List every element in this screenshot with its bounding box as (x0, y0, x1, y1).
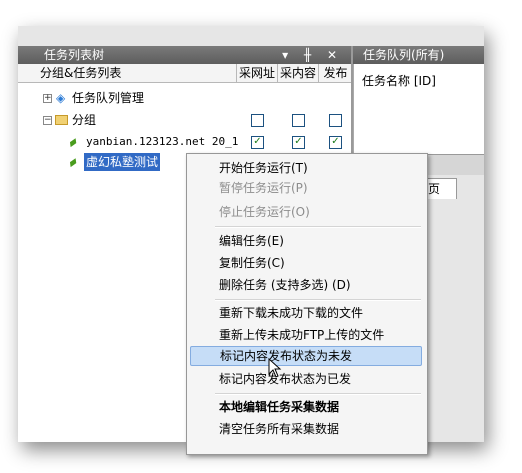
column-publish[interactable]: 发布 (318, 64, 352, 82)
task-icon: ▰ (64, 133, 81, 151)
menu-separator (215, 299, 421, 301)
task-tree-title-bar: 任务列表树 ▾ ╫ ✕ (18, 46, 351, 64)
panel-title: 任务列表树 (44, 48, 105, 62)
queue-column-header[interactable]: 任务名称 [ID] (354, 64, 484, 89)
tree-row-queue-management[interactable]: + ◈ 任务队列管理 (18, 89, 351, 107)
tree-label: 虚幻私塾测试 (84, 153, 161, 171)
queue-title-bar: 任务队列(所有) (353, 46, 484, 64)
menu-clear-task-data[interactable]: 清空任务所有采集数据 (190, 419, 422, 439)
queue-icon: ◈ (56, 91, 66, 105)
menu-copy-task[interactable]: 复制任务(C) (190, 253, 422, 273)
menu-mark-unpublished[interactable]: 标记内容发布状态为未发 (190, 346, 422, 366)
menu-edit-local-data[interactable]: 本地编辑任务采集数据 (190, 397, 422, 417)
tree-label: yanbian.123123.net 20_1 (86, 135, 239, 148)
context-menu: 开始任务运行(T) 暂停任务运行(P) 停止任务运行(O) 编辑任务(E) 复制… (186, 153, 428, 455)
menu-redownload-files[interactable]: 重新下载未成功下载的文件 (190, 303, 422, 323)
folder-icon (55, 115, 68, 125)
queue-panel-title: 任务队列(所有) (363, 48, 445, 62)
column-collect-url[interactable]: 采网址 (236, 64, 277, 82)
task-collect-url-checkbox[interactable]: ✓ (251, 136, 264, 149)
menu-separator (215, 226, 421, 228)
menu-reupload-ftp-files[interactable]: 重新上传未成功FTP上传的文件 (190, 325, 422, 345)
column-collect-content[interactable]: 采内容 (277, 64, 318, 82)
column-name-header[interactable]: 分组&任务列表 (40, 64, 121, 82)
queue-list: 任务名称 [ID] (353, 64, 484, 154)
tree-label: 分组 (72, 113, 97, 127)
collapse-icon[interactable]: − (43, 116, 52, 125)
menu-separator (215, 393, 421, 395)
tree-row-task[interactable]: ▰ yanbian.123123.net 20_1 ✓ ✓ ✓ (18, 133, 351, 151)
mouse-cursor-icon (268, 358, 282, 378)
tree-column-header: 分组&任务列表 采网址 采内容 发布 (18, 64, 351, 83)
panel-controls[interactable]: ▾ ╫ ✕ (282, 46, 343, 64)
group-publish-checkbox[interactable] (329, 114, 342, 127)
menu-mark-published[interactable]: 标记内容发布状态为已发 (190, 369, 422, 389)
menu-pause-task[interactable]: 暂停任务运行(P) (190, 178, 422, 198)
group-collect-content-checkbox[interactable] (292, 114, 305, 127)
menu-delete-task[interactable]: 删除任务 (支持多选) (D) (190, 275, 422, 295)
task-icon: ▰ (64, 153, 81, 171)
tree-label: 任务队列管理 (72, 91, 145, 105)
menu-stop-task[interactable]: 停止任务运行(O) (190, 202, 422, 222)
group-collect-url-checkbox[interactable] (251, 114, 264, 127)
menu-edit-task[interactable]: 编辑任务(E) (190, 231, 422, 251)
tree-row-group[interactable]: − 分组 (18, 111, 351, 129)
task-collect-content-checkbox[interactable]: ✓ (292, 136, 305, 149)
task-publish-checkbox[interactable]: ✓ (329, 136, 342, 149)
expand-icon[interactable]: + (43, 94, 52, 103)
menu-start-task[interactable]: 开始任务运行(T) (190, 158, 422, 178)
